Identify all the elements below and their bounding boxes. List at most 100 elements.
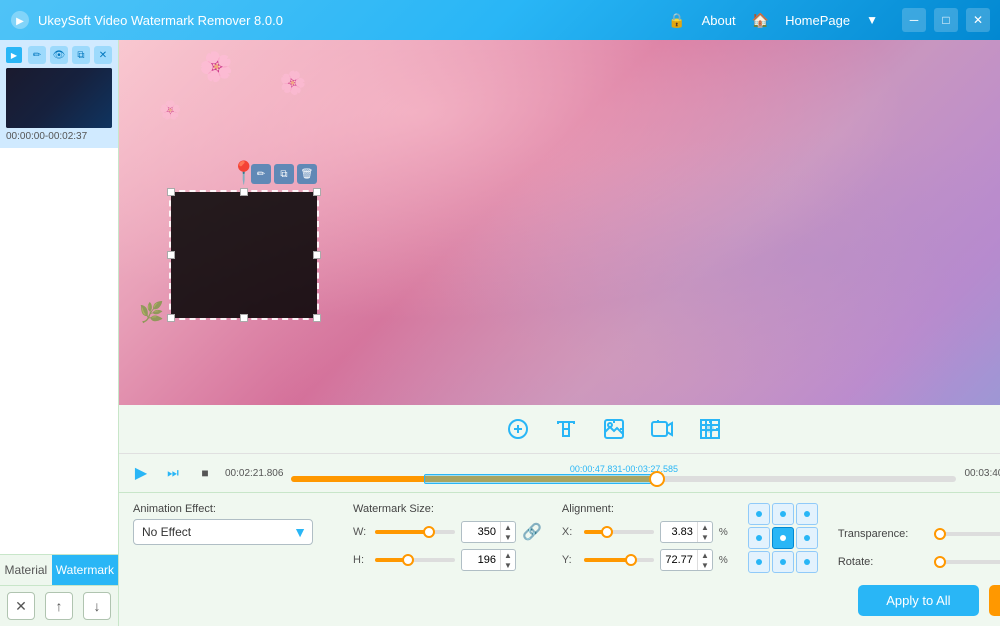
thumb-tools: ✏ 👁 ⧉ ✕ [28, 46, 112, 64]
resize-handle-bc[interactable] [240, 314, 248, 322]
stop-button[interactable]: ■ [193, 461, 217, 485]
watermark-selection-box[interactable]: 📍 ✏ ⧉ 🗑 [169, 190, 319, 320]
edit-tool-btn[interactable]: ✏ [28, 46, 46, 64]
y-value[interactable] [661, 552, 697, 568]
delete-item-button[interactable]: ✕ [7, 592, 35, 620]
about-button[interactable]: About [702, 13, 736, 28]
controls-row: Animation Effect: No Effect ▼ Watermark … [133, 503, 1000, 577]
height-slider[interactable] [375, 558, 455, 562]
video-icon: ▶ [6, 47, 22, 63]
close-tool-btn[interactable]: ✕ [94, 46, 112, 64]
sel-edit-btn[interactable]: ✏ [251, 164, 271, 184]
animation-select[interactable]: No Effect [133, 519, 313, 545]
x-spin-up[interactable]: ▲ [698, 522, 712, 532]
height-spin-down[interactable]: ▼ [501, 560, 515, 570]
time-current: 00:02:21.806 [225, 468, 283, 479]
transparency-rotate-section: Transparence: ▲ ▼ Rotate: [838, 523, 1000, 573]
left-panel: ▶ ✏ 👁 ⧉ ✕ 00:00:00-00:02:37 Material Wat… [0, 40, 119, 626]
width-spin-up[interactable]: ▲ [501, 522, 515, 532]
close-button[interactable]: ✕ [966, 8, 990, 32]
eye-tool-btn[interactable]: 👁 [50, 46, 68, 64]
align-tl[interactable] [748, 503, 770, 525]
align-mc[interactable] [772, 527, 794, 549]
alignment-section: Alignment: X: ▲ ▼ % [562, 503, 728, 571]
move-up-button[interactable]: ↑ [45, 592, 73, 620]
resize-handle-ml[interactable] [167, 251, 175, 259]
rotate-slider[interactable] [934, 560, 1000, 564]
sel-delete-btn[interactable]: 🗑 [297, 164, 317, 184]
animation-effect-section: Animation Effect: No Effect ▼ [133, 503, 333, 545]
x-spinners: ▲ ▼ [697, 522, 712, 542]
width-slider[interactable] [375, 530, 455, 534]
homepage-button[interactable]: HomePage [785, 13, 850, 28]
resize-handle-tr[interactable] [313, 188, 321, 196]
x-spin-down[interactable]: ▼ [698, 532, 712, 542]
maximize-button[interactable]: □ [934, 8, 958, 32]
resize-handle-bl[interactable] [167, 314, 175, 322]
text-watermark-btn[interactable] [548, 411, 584, 447]
step-forward-button[interactable]: ⏭ [161, 461, 185, 485]
align-br[interactable] [796, 551, 818, 573]
title-bar: ▶ UkeySoft Video Watermark Remover 8.0.0… [0, 0, 1000, 40]
y-label: Y: [562, 554, 578, 566]
next-button[interactable]: Next -> [989, 585, 1000, 616]
bottom-actions: Apply to All Next -> [133, 585, 1000, 616]
apply-to-all-button[interactable]: Apply to All [858, 585, 978, 616]
move-down-button[interactable]: ↓ [83, 592, 111, 620]
height-value-wrap: ▲ ▼ [461, 549, 516, 571]
video-watermark-btn[interactable] [644, 411, 680, 447]
resize-handle-tc[interactable] [240, 188, 248, 196]
transparency-label: Transparence: [838, 528, 928, 540]
lock-icon: 🔒 [668, 12, 685, 29]
thumbnail-image [6, 68, 112, 128]
x-align-slider[interactable] [584, 530, 654, 534]
lock-icon[interactable]: 🔗 [522, 522, 542, 542]
align-ml[interactable] [748, 527, 770, 549]
y-align-row: Y: ▲ ▼ % [562, 549, 728, 571]
mosaic-btn[interactable] [692, 411, 728, 447]
resize-handle-mr[interactable] [313, 251, 321, 259]
selection-box-inner [171, 192, 317, 318]
width-spin-down[interactable]: ▼ [501, 532, 515, 542]
align-bc[interactable] [772, 551, 794, 573]
add-watermark-btn[interactable] [500, 411, 536, 447]
align-bl[interactable] [748, 551, 770, 573]
y-value-wrap: ▲ ▼ [660, 549, 713, 571]
resize-handle-tl[interactable] [167, 188, 175, 196]
tab-material[interactable]: Material [0, 555, 52, 585]
timeline-thumb[interactable] [649, 471, 665, 487]
alignment-label: Alignment: [562, 503, 728, 515]
timeline-bar[interactable]: 00:00:47.831-00:03:27.585 [291, 464, 956, 482]
height-value[interactable] [462, 552, 500, 568]
x-value[interactable] [661, 524, 697, 540]
thumbnail-header: ▶ ✏ 👁 ⧉ ✕ [6, 46, 112, 64]
transparency-slider[interactable] [934, 532, 1000, 536]
width-spinners: ▲ ▼ [500, 522, 515, 542]
align-mr[interactable] [796, 527, 818, 549]
width-value[interactable] [462, 524, 500, 540]
minimize-button[interactable]: ─ [902, 8, 926, 32]
copy-tool-btn[interactable]: ⧉ [72, 46, 90, 64]
dropdown-icon: ▼ [866, 13, 878, 27]
resize-handle-br[interactable] [313, 314, 321, 322]
y-spin-up[interactable]: ▲ [698, 550, 712, 560]
y-align-slider[interactable] [584, 558, 654, 562]
align-tc[interactable] [772, 503, 794, 525]
y-spinners: ▲ ▼ [697, 550, 712, 570]
image-watermark-btn[interactable] [596, 411, 632, 447]
y-spin-down[interactable]: ▼ [698, 560, 712, 570]
height-spin-up[interactable]: ▲ [501, 550, 515, 560]
play-button[interactable]: ▶ [129, 461, 153, 485]
sel-copy-btn[interactable]: ⧉ [274, 164, 294, 184]
y-pct-label: % [719, 555, 728, 566]
align-tr[interactable] [796, 503, 818, 525]
timeline-track[interactable] [291, 476, 956, 482]
app-logo: ▶ [10, 10, 30, 30]
animation-effect-label: Animation Effect: [133, 503, 333, 515]
flower-decoration-3: 🌸 [159, 100, 181, 121]
bottom-controls: Animation Effect: No Effect ▼ Watermark … [119, 492, 1000, 626]
time-total: 00:03:40.659 [964, 468, 1000, 479]
height-spinners: ▲ ▼ [500, 550, 515, 570]
tab-watermark[interactable]: Watermark [52, 555, 118, 585]
x-pct-label: % [719, 527, 728, 538]
